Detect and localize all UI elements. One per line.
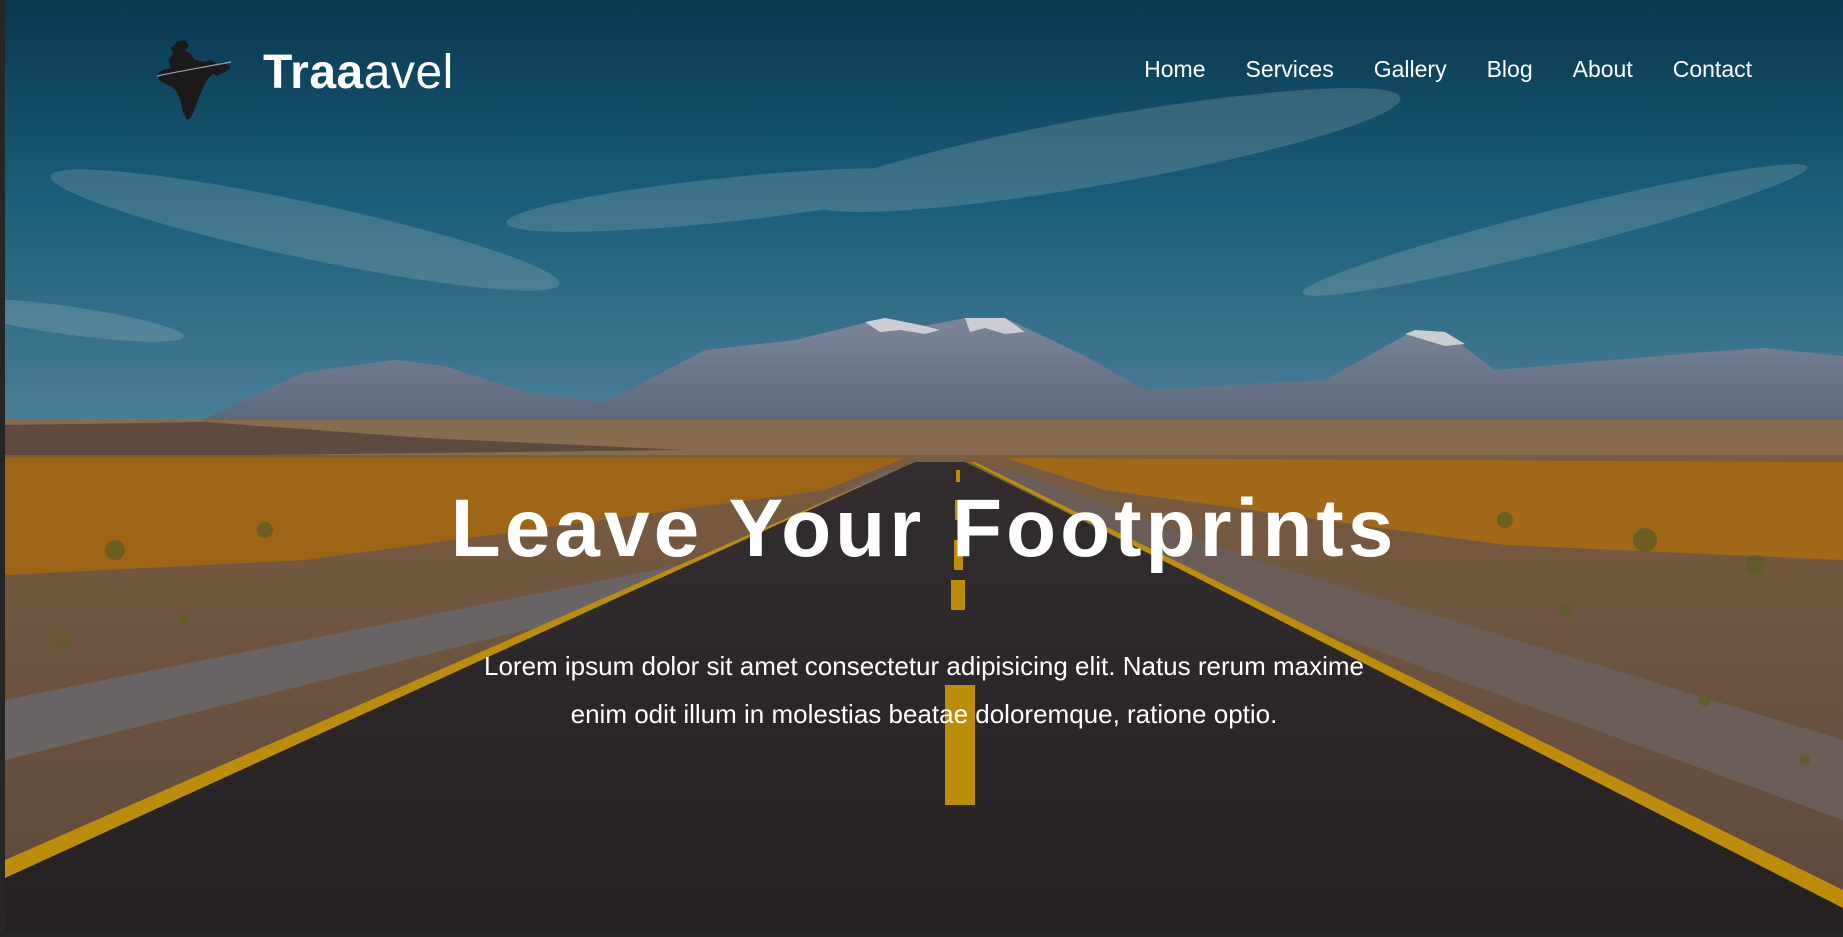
hero-overlay	[5, 0, 1843, 933]
nav-blog[interactable]: Blog	[1487, 56, 1533, 83]
main-nav: Home Services Gallery Blog About Contact	[1144, 56, 1752, 83]
brand-name-light: avel	[363, 46, 454, 99]
brand-name: Traaavel	[263, 49, 454, 97]
brand-name-bold: Traa	[263, 46, 364, 99]
nav-home[interactable]: Home	[1144, 56, 1205, 83]
nav-services[interactable]: Services	[1246, 56, 1334, 83]
hero-title: Leave Your Footprints	[450, 483, 1398, 574]
nav-gallery[interactable]: Gallery	[1374, 56, 1447, 83]
hero-section: Traaavel Home Services Gallery Blog Abou…	[5, 0, 1843, 933]
nav-about[interactable]: About	[1573, 56, 1633, 83]
hero-subtitle: Lorem ipsum dolor sit amet consectetur a…	[483, 651, 1364, 729]
india-map-icon	[156, 40, 232, 120]
nav-contact[interactable]: Contact	[1673, 56, 1752, 83]
brand[interactable]: Traaavel	[155, 40, 454, 120]
